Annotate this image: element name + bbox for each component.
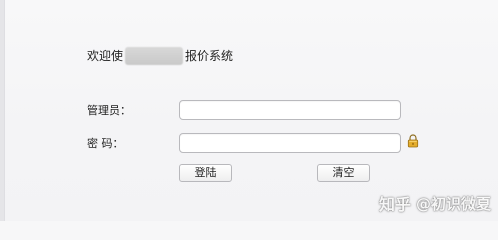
lock-icon — [407, 134, 419, 148]
title-suffix: 报价系统 — [185, 49, 234, 63]
admin-input[interactable] — [179, 100, 401, 120]
clear-button[interactable]: 清空 — [317, 164, 370, 182]
login-button[interactable]: 登陆 — [179, 164, 232, 182]
system-title: 欢迎使 报价系统 — [87, 46, 233, 66]
admin-label: 管理员： — [87, 104, 131, 117]
left-edge-border — [0, 0, 5, 221]
password-label: 密 码： — [87, 137, 124, 150]
password-input[interactable] — [179, 133, 401, 153]
title-prefix: 欢迎使 — [87, 49, 124, 63]
redacted-text-block — [125, 47, 184, 65]
